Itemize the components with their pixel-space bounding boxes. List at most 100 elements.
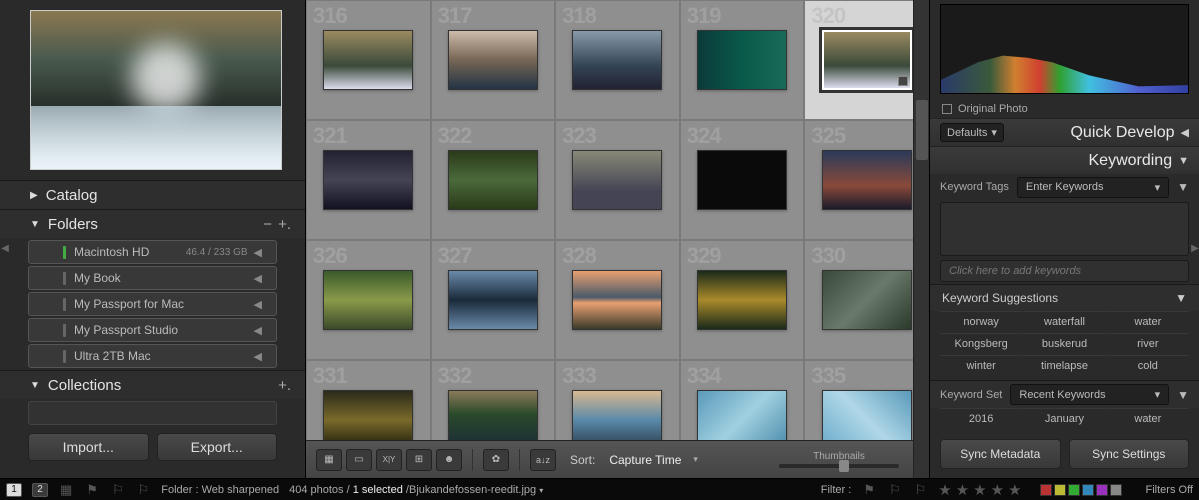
filters-off-label[interactable]: Filters Off [1146,484,1193,496]
keyword-suggestion[interactable]: norway [940,311,1022,332]
page-1-button[interactable]: 1 [6,483,22,497]
color-swatch[interactable] [1054,484,1066,496]
collections-header[interactable]: ▼ Collections +. [0,371,305,399]
thumbnail[interactable] [323,390,413,440]
star-icon[interactable]: ★ [973,481,986,499]
original-photo-checkbox[interactable]: Original Photo [930,100,1199,118]
thumbnail-grid[interactable]: 316 317 318 319 320 321 322 323 324 325 … [306,0,929,440]
keyword-set-item[interactable]: water [1107,408,1189,429]
grid-cell[interactable]: 328 [555,240,680,360]
collection-search[interactable] [28,401,277,425]
grid-cell[interactable]: 333 [555,360,680,440]
drive-item[interactable]: My Passport for Mac ◀ [28,292,277,316]
keyword-set-item[interactable]: 2016 [940,408,1022,429]
flag-pick-icon[interactable]: ⚑ [86,482,98,498]
flag-neutral-icon[interactable]: ⚐ [112,482,124,498]
keyword-suggestion[interactable]: water [1107,311,1189,332]
star-icon[interactable]: ★ [938,481,951,499]
keyword-suggestion[interactable]: buskerud [1023,333,1105,354]
folders-header[interactable]: ▼ Folders − +. [0,210,305,238]
drive-item[interactable]: Macintosh HD 46.4 / 233 GB ◀ [28,240,277,264]
grid-cell[interactable]: 327 [431,240,556,360]
thumbnail[interactable] [572,150,662,210]
grid-cell[interactable]: 319 [680,0,805,120]
keyword-set-item[interactable]: January [1023,408,1105,429]
keyword-suggestion[interactable]: Kongsberg [940,333,1022,354]
grid-cell[interactable]: 317 [431,0,556,120]
thumbnail[interactable] [822,390,912,440]
thumbnail[interactable] [697,390,787,440]
keyword-suggestions-header[interactable]: Keyword Suggestions ▼ [930,284,1199,311]
keyword-add-input[interactable]: Click here to add keywords [940,260,1189,282]
sort-dropdown-icon[interactable]: ▾ [693,454,698,465]
thumbnail[interactable] [697,30,787,90]
thumbnail[interactable] [572,390,662,440]
thumbnail[interactable] [448,390,538,440]
keyword-tags-mode-select[interactable]: Enter Keywords▾ [1017,177,1169,198]
grid-scrollbar[interactable] [913,0,929,478]
color-swatch[interactable] [1040,484,1052,496]
keyword-suggestion[interactable]: timelapse [1023,355,1105,376]
grid-cell[interactable]: 329 [680,240,805,360]
thumbnail[interactable] [697,270,787,330]
thumbnail[interactable] [822,150,912,210]
color-label-filter[interactable] [1040,484,1122,496]
grid-cell[interactable]: 323 [555,120,680,240]
left-collapse-icon[interactable]: ◀ [0,239,10,257]
grid-cell[interactable]: 334 [680,360,805,440]
star-icon[interactable]: ★ [956,481,969,499]
thumbnail[interactable] [323,270,413,330]
color-swatch[interactable] [1096,484,1108,496]
grid-cell[interactable]: 326 [306,240,431,360]
navigator-preview[interactable] [30,10,282,170]
thumbnail[interactable] [448,30,538,90]
thumbnail[interactable] [448,270,538,330]
plus-icon[interactable]: +. [278,216,291,233]
minus-icon[interactable]: − [263,216,272,233]
grid-cell[interactable]: 320 [804,0,929,120]
spray-can-icon[interactable]: ✿ [483,449,509,471]
triangle-down-icon[interactable]: ▼ [1177,388,1189,402]
keyword-suggestion[interactable]: waterfall [1023,311,1105,332]
flag-reject-icon[interactable]: ⚐ [915,482,927,498]
sync-metadata-button[interactable]: Sync Metadata [940,439,1061,469]
preset-select[interactable]: Defaults▾ [940,123,1004,142]
grid-view-icon[interactable]: ▦ [316,449,342,471]
thumbnail[interactable] [822,270,912,330]
flag-pick-icon[interactable]: ⚑ [863,482,875,498]
flag-reject-icon[interactable]: ⚐ [138,482,150,498]
keyword-set-mode-select[interactable]: Recent Keywords▾ [1010,384,1169,405]
grid-cell[interactable]: 331 [306,360,431,440]
keyword-suggestion[interactable]: cold [1107,355,1189,376]
grid-cell[interactable]: 325 [804,120,929,240]
grid-cell[interactable]: 324 [680,120,805,240]
keywording-header[interactable]: Keywording ▼ [930,146,1199,174]
keyword-tags-box[interactable] [940,202,1189,256]
color-swatch[interactable] [1082,484,1094,496]
thumbnail[interactable] [822,30,912,90]
keyword-suggestion[interactable]: winter [940,355,1022,376]
color-swatch[interactable] [1068,484,1080,496]
rating-filter[interactable]: ★ ★ ★ ★ ★ [938,481,1021,499]
grid-cell[interactable]: 321 [306,120,431,240]
grid-cell[interactable]: 322 [431,120,556,240]
thumbnail-size-slider[interactable] [779,464,899,468]
grid-cell[interactable]: 316 [306,0,431,120]
grid-cell[interactable]: 330 [804,240,929,360]
dropdown-icon[interactable]: ▾ [539,486,543,495]
right-collapse-icon[interactable]: ▶ [1190,239,1199,257]
thumbnail[interactable] [323,150,413,210]
histogram[interactable] [940,4,1189,94]
grid-cell[interactable]: 335 [804,360,929,440]
thumbnail[interactable] [323,30,413,90]
keyword-suggestion[interactable]: river [1107,333,1189,354]
loupe-view-icon[interactable]: ▭ [346,449,372,471]
sync-settings-button[interactable]: Sync Settings [1069,439,1190,469]
grid-small-icon[interactable]: ▦ [60,482,72,498]
thumbnail[interactable] [572,30,662,90]
quick-develop-header[interactable]: Defaults▾ Quick Develop ◀ [930,118,1199,146]
sort-value[interactable]: Capture Time [609,453,681,467]
star-icon[interactable]: ★ [991,481,1004,499]
thumbnail[interactable] [697,150,787,210]
export-button[interactable]: Export... [157,433,278,461]
